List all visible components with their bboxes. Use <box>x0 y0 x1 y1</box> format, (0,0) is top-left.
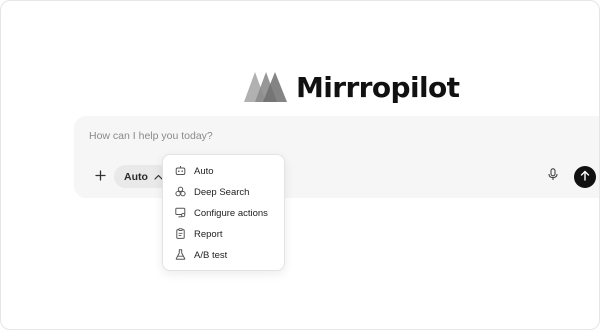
microphone-icon <box>548 168 558 186</box>
mode-label: Auto <box>124 170 148 183</box>
add-attachment-button[interactable] <box>91 168 109 186</box>
menu-item-ab-test[interactable]: A/B test <box>163 245 284 266</box>
menu-item-label: Deep Search <box>194 187 250 198</box>
chat-composer: Auto <box>74 116 599 198</box>
microphone-button[interactable] <box>543 167 563 187</box>
mode-dropdown-menu: Auto Deep Search Configure actions Repor… <box>162 154 285 271</box>
plus-icon <box>94 168 106 186</box>
flask-icon <box>175 248 186 263</box>
menu-item-label: Configure actions <box>194 208 268 219</box>
menu-item-configure-actions[interactable]: Configure actions <box>163 203 284 224</box>
arrow-up-icon <box>580 168 590 186</box>
menu-item-report[interactable]: Report <box>163 224 284 245</box>
send-button[interactable] <box>574 166 596 188</box>
brand-name: Mirrropilot <box>296 70 460 104</box>
menu-item-label: Auto <box>194 166 214 177</box>
stacked-triangles-icon <box>244 70 288 104</box>
menu-item-label: Report <box>194 229 223 240</box>
clipboard-icon <box>175 227 186 242</box>
prompt-input[interactable] <box>89 127 529 145</box>
three-circles-icon <box>175 186 186 200</box>
app-window: Mirrropilot Auto <box>0 0 600 330</box>
brand-logo: Mirrropilot <box>244 69 460 105</box>
robot-icon <box>175 165 186 179</box>
menu-item-auto[interactable]: Auto <box>163 161 284 182</box>
menu-item-label: A/B test <box>194 250 228 261</box>
monitor-gear-icon <box>175 207 186 221</box>
menu-item-deep-search[interactable]: Deep Search <box>163 182 284 203</box>
